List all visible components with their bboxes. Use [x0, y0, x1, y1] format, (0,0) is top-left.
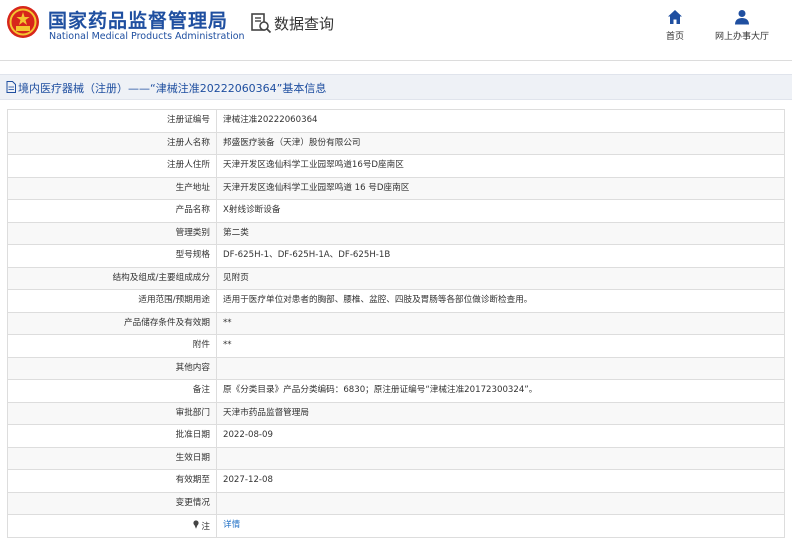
row-label: 型号规格	[7, 244, 217, 268]
table-row: 结构及组成/主要组成成分 见附页	[7, 266, 785, 290]
row-value: 津械注准20222060364	[216, 109, 785, 133]
table-row: 审批部门 天津市药品监督管理局	[7, 401, 785, 425]
document-icon	[6, 81, 16, 93]
row-label: 适用范围/预期用途	[7, 289, 217, 313]
table-row: 管理类别 第二类	[7, 221, 785, 245]
table-row: 有效期至 2027-12-08	[7, 469, 785, 493]
row-value: 适用于医疗单位对患者的胸部、腰椎、盆腔、四肢及胃肠等各部位做诊断检查用。	[216, 289, 785, 313]
row-label: 注册人名称	[7, 131, 217, 155]
table-row: 变更情况	[7, 491, 785, 515]
row-label: 结构及组成/主要组成成分	[7, 266, 217, 290]
table-row: 注册人住所 天津开发区逸仙科学工业园翠鸣道16号D座南区	[7, 154, 785, 178]
row-label: 注册证编号	[7, 109, 217, 133]
table-row: 附件 **	[7, 334, 785, 358]
nav-online-service-hall-label: 网上办事大厅	[714, 32, 769, 42]
table-row: 其他内容	[7, 356, 785, 380]
row-value: **	[216, 334, 785, 358]
row-value: 原《分类目录》产品分类编码：6830；原注册证编号“津械注准2017230032…	[216, 379, 785, 403]
note-label-cell: 注	[7, 514, 217, 538]
pin-icon	[193, 520, 199, 529]
header-divider	[0, 60, 792, 61]
row-value	[216, 356, 785, 380]
user-icon	[735, 10, 749, 25]
row-value: 2022-08-09	[216, 424, 785, 448]
table-row: 产品储存条件及有效期 **	[7, 311, 785, 335]
home-icon	[668, 10, 682, 24]
nav-online-service-hall[interactable]: 网上办事大厅	[707, 9, 777, 42]
row-value: X射线诊断设备	[216, 199, 785, 223]
row-value: 邦盛医疗装备（天津）股份有限公司	[216, 131, 785, 155]
table-row: 型号规格 DF-625H-1、DF-625H-1A、DF-625H-1B	[7, 244, 785, 268]
row-value: 天津开发区逸仙科学工业园翠鸣道16号D座南区	[216, 154, 785, 178]
table-row: 生效日期	[7, 446, 785, 470]
site-subtitle: National Medical Products Administration	[49, 31, 245, 42]
table-row: 批准日期 2022-08-09	[7, 424, 785, 448]
note-label: 注	[201, 521, 210, 532]
table-row-note: 注 详情	[7, 514, 785, 538]
row-value: 见附页	[216, 266, 785, 290]
row-value: 2027-12-08	[216, 469, 785, 493]
table-row: 生产地址 天津开发区逸仙科学工业园翠鸣道 16 号D座南区	[7, 176, 785, 200]
row-value: DF-625H-1、DF-625H-1A、DF-625H-1B	[216, 244, 785, 268]
data-query-icon	[251, 13, 272, 34]
row-label: 变更情况	[7, 491, 217, 515]
nav-home[interactable]: 首页	[640, 9, 710, 42]
table-row: 注册证编号 津械注准20222060364	[7, 109, 785, 133]
row-value	[216, 446, 785, 470]
row-label: 生效日期	[7, 446, 217, 470]
details-link[interactable]: 详情	[223, 520, 240, 530]
row-value: **	[216, 311, 785, 335]
table-row: 注册人名称 邦盛医疗装备（天津）股份有限公司	[7, 131, 785, 155]
row-value: 天津市药品监督管理局	[216, 401, 785, 425]
row-label: 其他内容	[7, 356, 217, 380]
record-title: 境内医疗器械（注册）——“津械注准20222060364”基本信息	[18, 82, 327, 95]
data-query-label: 数据查询	[274, 15, 335, 33]
row-label: 产品名称	[7, 199, 217, 223]
row-label: 审批部门	[7, 401, 217, 425]
national-emblem-icon	[7, 6, 39, 38]
nav-home-label: 首页	[665, 32, 684, 42]
note-value-cell: 详情	[216, 514, 785, 538]
row-value: 天津开发区逸仙科学工业园翠鸣道 16 号D座南区	[216, 176, 785, 200]
row-label: 附件	[7, 334, 217, 358]
row-label: 有效期至	[7, 469, 217, 493]
row-value: 第二类	[216, 221, 785, 245]
site-title: 国家药品监督管理局	[48, 10, 229, 32]
row-label: 产品储存条件及有效期	[7, 311, 217, 335]
site-header: 国家药品监督管理局 National Medical Products Admi…	[0, 0, 792, 60]
row-value	[216, 491, 785, 515]
table-row: 适用范围/预期用途 适用于医疗单位对患者的胸部、腰椎、盆腔、四肢及胃肠等各部位做…	[7, 289, 785, 313]
row-label: 注册人住所	[7, 154, 217, 178]
row-label: 批准日期	[7, 424, 217, 448]
table-row: 备注 原《分类目录》产品分类编码：6830；原注册证编号“津械注准2017230…	[7, 379, 785, 403]
row-label: 备注	[7, 379, 217, 403]
record-title-bar: 境内医疗器械（注册）——“津械注准20222060364”基本信息	[0, 74, 792, 100]
table-row: 产品名称 X射线诊断设备	[7, 199, 785, 223]
row-label: 生产地址	[7, 176, 217, 200]
row-label: 管理类别	[7, 221, 217, 245]
device-info-table: 注册证编号 津械注准20222060364 注册人名称 邦盛医疗装备（天津）股份…	[7, 109, 785, 538]
